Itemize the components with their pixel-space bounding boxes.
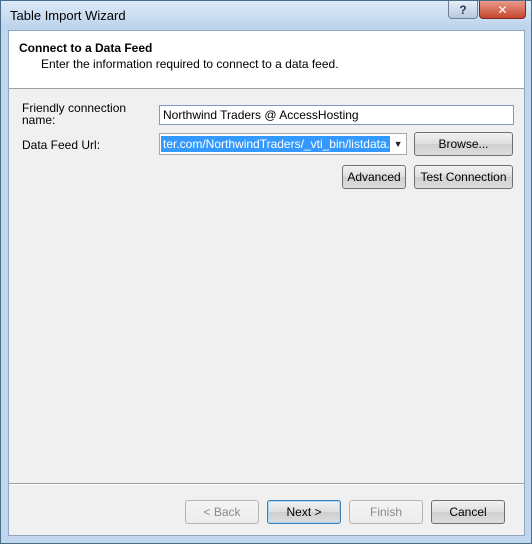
dropdown-arrow-icon[interactable]: ▼ bbox=[390, 135, 406, 153]
close-button[interactable]: ✕ bbox=[479, 1, 526, 19]
browse-button[interactable]: Browse... bbox=[414, 132, 513, 156]
back-button[interactable]: < Back bbox=[185, 500, 259, 524]
wizard-header: Connect to a Data Feed Enter the informa… bbox=[9, 31, 524, 89]
page-title: Connect to a Data Feed bbox=[19, 41, 153, 55]
window-title: Table Import Wizard bbox=[10, 8, 126, 23]
test-connection-button[interactable]: Test Connection bbox=[414, 165, 513, 189]
title-bar[interactable]: Table Import Wizard ? ✕ bbox=[1, 1, 531, 29]
data-feed-url-combo[interactable]: ter.com/NorthwindTraders/_vti_bin/listda… bbox=[159, 133, 407, 155]
close-icon: ✕ bbox=[497, 2, 508, 17]
next-button[interactable]: Next > bbox=[267, 500, 341, 524]
help-icon: ? bbox=[459, 2, 467, 17]
page-subtitle: Enter the information required to connec… bbox=[41, 57, 339, 71]
friendly-name-label: Friendly connection name: bbox=[22, 101, 127, 127]
data-feed-url-value: ter.com/NorthwindTraders/_vti_bin/listda… bbox=[161, 136, 391, 152]
finish-button[interactable]: Finish bbox=[349, 500, 423, 524]
data-feed-url-label: Data Feed Url: bbox=[22, 138, 101, 152]
footer-separator bbox=[9, 483, 524, 485]
cancel-button[interactable]: Cancel bbox=[431, 500, 505, 524]
help-button[interactable]: ? bbox=[448, 1, 478, 19]
dialog-body: Connect to a Data Feed Enter the informa… bbox=[8, 30, 525, 536]
advanced-button[interactable]: Advanced bbox=[342, 165, 406, 189]
table-import-wizard-window: Table Import Wizard ? ✕ Connect to a Dat… bbox=[0, 0, 532, 544]
friendly-name-input[interactable]: Northwind Traders @ AccessHosting bbox=[159, 105, 514, 125]
